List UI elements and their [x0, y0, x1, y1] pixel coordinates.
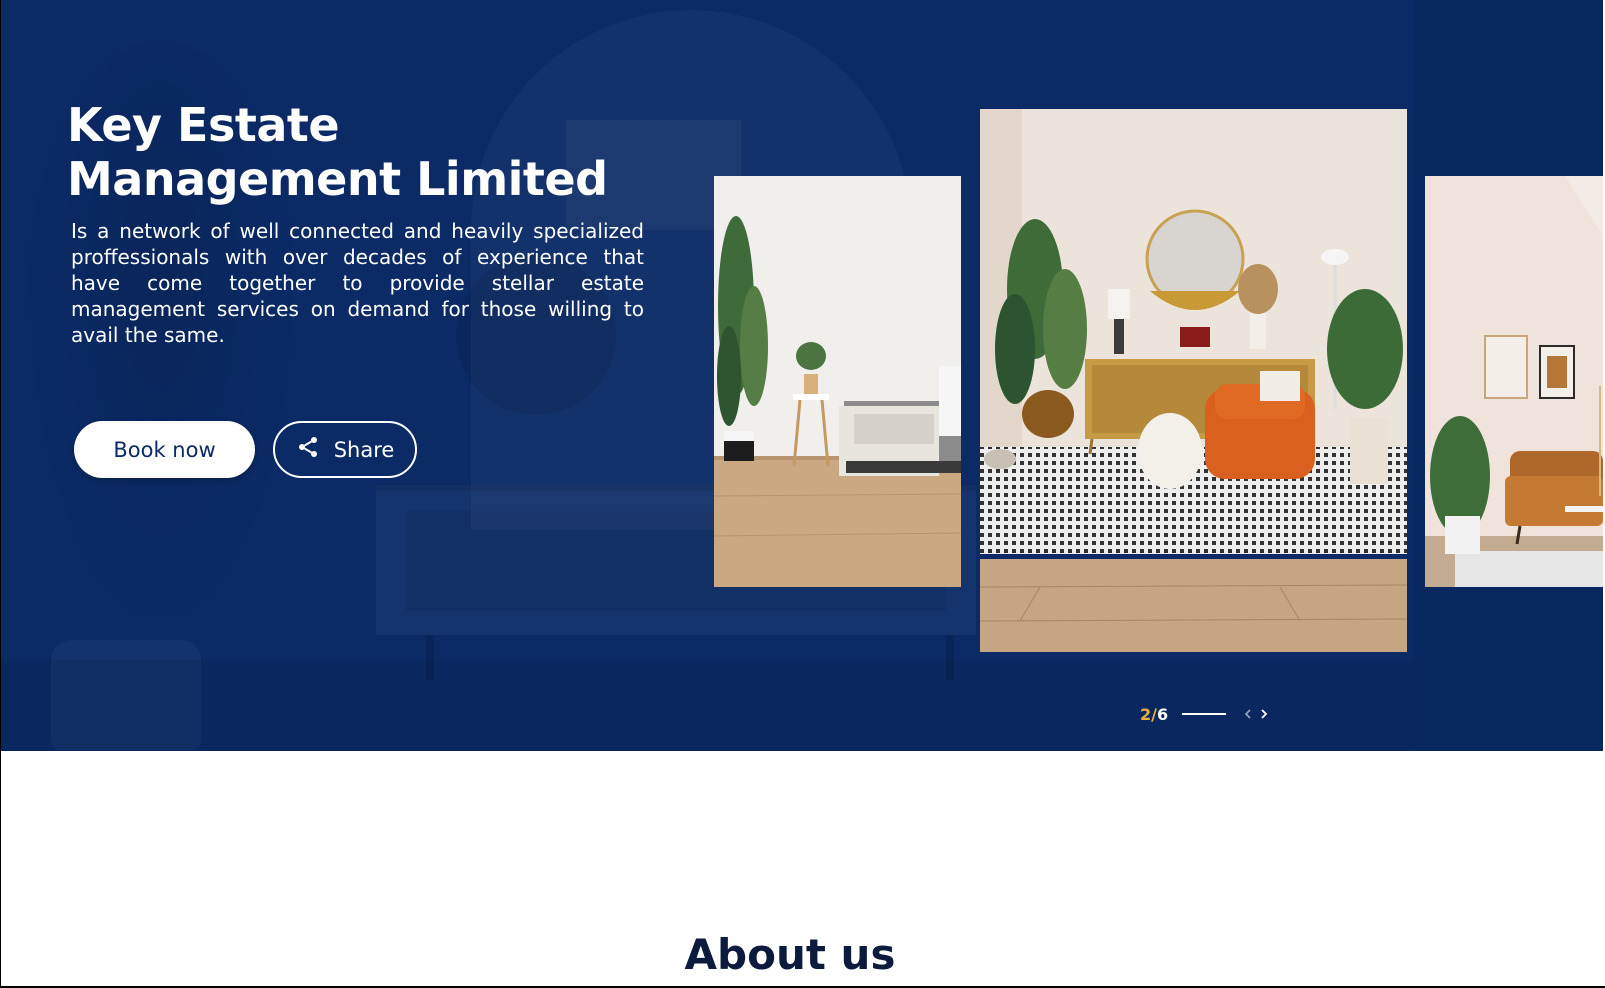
hero-description: Is a network of well connected and heavi… [71, 219, 644, 347]
chevron-left-icon[interactable] [1240, 706, 1256, 722]
share-label: Share [333, 437, 395, 462]
page-frame: Key Estate Management Limited Is a netwo… [0, 0, 1605, 988]
pager-total-count: 6 [1156, 704, 1169, 724]
carousel-slide-next[interactable] [1425, 176, 1603, 587]
share-button[interactable]: Share [273, 421, 417, 478]
hero-title-line-2: Management Limited [67, 152, 608, 206]
pager-current-index: 2 [1140, 704, 1152, 724]
carousel-pager: 2 / 6 [1140, 703, 1272, 725]
share-icon [296, 435, 320, 464]
book-now-label: Book now [113, 437, 216, 462]
carousel-slide-current[interactable] [980, 109, 1407, 652]
hero-title: Key Estate Management Limited [67, 98, 687, 206]
hero-title-line-1: Key Estate [67, 98, 340, 152]
carousel-slide-previous[interactable] [714, 176, 961, 587]
hero-section: Key Estate Management Limited Is a netwo… [1, 0, 1603, 751]
pager-progress-line [1182, 713, 1227, 715]
about-section: About us [1, 751, 1603, 986]
book-now-button[interactable]: Book now [74, 421, 255, 478]
about-title: About us [684, 930, 896, 979]
chevron-right-icon[interactable] [1256, 706, 1272, 722]
